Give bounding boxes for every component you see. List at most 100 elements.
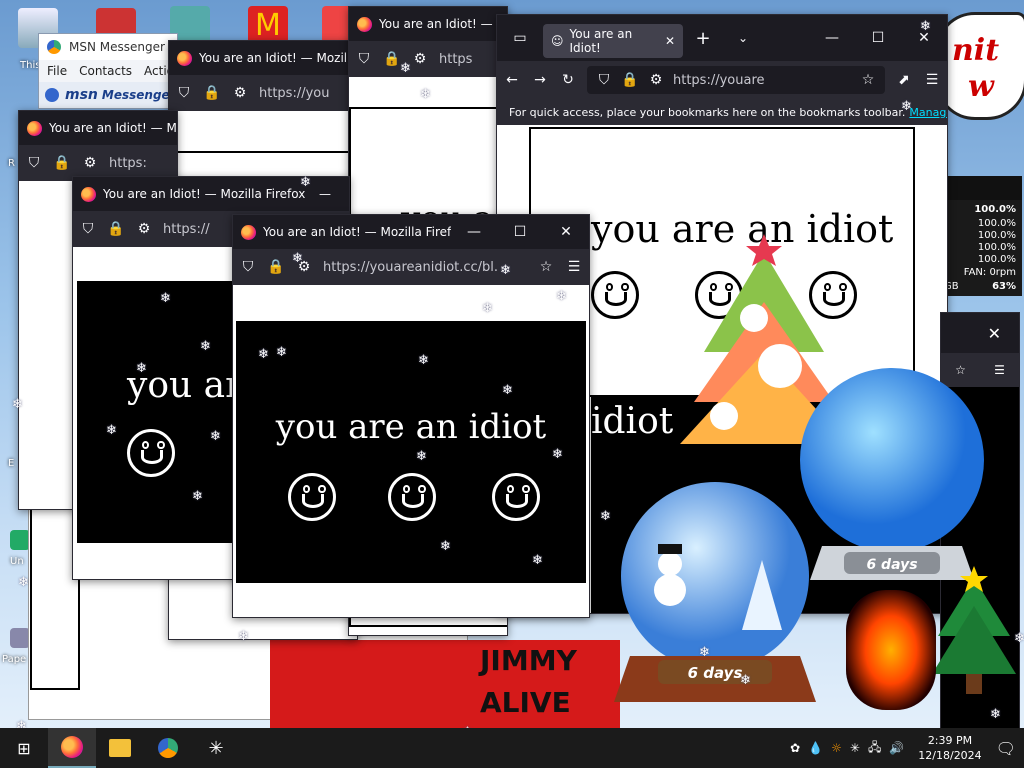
system-tray: ✿ 💧 ☼ ✳ 🖧 🔊 2:39 PM 12/18/2024 🗨 <box>790 728 1024 768</box>
maximize-icon[interactable]: ☐ <box>497 215 543 249</box>
windows-start-icon[interactable]: ⊞ <box>0 728 48 768</box>
shield-icon[interactable]: ⛉ <box>239 259 257 275</box>
minimize-icon[interactable]: — <box>451 215 497 249</box>
shield-icon[interactable]: ⛉ <box>355 51 373 67</box>
banner-line1: JIMMY <box>480 644 577 677</box>
msn-taskbar-icon[interactable] <box>144 728 192 768</box>
close-icon[interactable]: ✕ <box>543 215 589 249</box>
minimize-icon[interactable]: — <box>319 187 349 201</box>
taskbar: ⊞ ✳ ✿ 💧 ☼ ✳ 🖧 🔊 2:39 PM 12/18/2024 🗨 <box>0 728 1024 768</box>
tray-sensor-icon[interactable]: ☼ <box>831 741 842 755</box>
clock-time: 2:39 PM <box>927 734 973 747</box>
lock-icon[interactable]: 🔒 <box>53 155 71 171</box>
speech-bubble: nit w <box>935 12 1024 120</box>
shield-icon[interactable]: ⛉ <box>175 85 193 101</box>
lock-icon[interactable]: 🔒 <box>203 85 221 101</box>
url-bar[interactable]: https <box>439 52 501 67</box>
desktop-icon-label: E <box>8 458 15 469</box>
maximize-icon[interactable]: ☐ <box>855 15 901 61</box>
permissions-icon[interactable]: ⚙ <box>647 72 665 88</box>
perf-value: 100.0% <box>977 254 1016 265</box>
close-icon[interactable]: ✕ <box>988 324 1001 343</box>
extensions-icon[interactable]: ⬈ <box>895 72 913 88</box>
smiley-icon <box>388 473 436 521</box>
fan-readout: FAN: 0rpm <box>963 267 1016 278</box>
forward-icon[interactable]: → <box>531 72 549 88</box>
christmas-tree-icon <box>932 566 1016 694</box>
perf-value: 100.0% <box>977 242 1016 253</box>
shield-icon[interactable]: ⛉ <box>79 221 97 237</box>
bookmarks-hint: For quick access, place your bookmarks h… <box>509 105 906 119</box>
smiley-icon <box>288 473 336 521</box>
lock-icon[interactable]: 🔒 <box>621 72 639 88</box>
new-tab-icon[interactable]: + <box>683 28 723 49</box>
lock-icon[interactable]: 🔒 <box>383 51 401 67</box>
permissions-icon[interactable]: ⚙ <box>81 155 99 171</box>
tab-overview-icon[interactable]: ▭ <box>497 30 543 46</box>
msn-butterfly-icon <box>45 88 59 102</box>
permissions-icon[interactable]: ⚙ <box>295 259 313 275</box>
swirl-lights <box>846 590 936 710</box>
lock-icon[interactable]: 🔒 <box>107 221 125 237</box>
msn-brand-messenger: Messenge <box>101 88 170 102</box>
volume-icon[interactable]: 🔊 <box>889 741 904 755</box>
msn-logo-icon <box>47 40 61 54</box>
shield-icon[interactable]: ⛉ <box>25 155 43 171</box>
msn-brand: msn <box>65 87 98 103</box>
smiley-icon <box>492 473 540 521</box>
permissions-icon[interactable]: ⚙ <box>231 85 249 101</box>
firefox-window-front[interactable]: You are an Idiot! — Mozilla Firefox — ☐ … <box>232 214 590 618</box>
idiot-text: you are an idiot <box>275 407 547 447</box>
clock[interactable]: 2:39 PM 12/18/2024 <box>912 733 987 763</box>
list-tabs-icon[interactable]: ⌄ <box>723 31 763 45</box>
url-bar[interactable]: https://youareanidiot.cc/bl. <box>323 260 527 275</box>
menu-icon[interactable]: ☰ <box>923 72 941 88</box>
notifications-icon[interactable]: 🗨 <box>996 739 1016 758</box>
firefox-icon <box>357 16 372 32</box>
menu-contacts[interactable]: Contacts <box>79 64 132 78</box>
window-title: You are an Idiot! — Mozilla Firefox <box>263 225 451 239</box>
tray-snowflake-icon[interactable]: ✳ <box>850 741 860 755</box>
desktop-icon-label: Pape <box>2 654 27 665</box>
permissions-icon[interactable]: ⚙ <box>135 221 153 237</box>
idiot-panel: you are an idiot <box>236 321 586 583</box>
clock-date: 12/18/2024 <box>918 749 982 762</box>
perf-value: 100.0% <box>974 204 1016 215</box>
back-icon[interactable]: ← <box>503 72 521 88</box>
tray-app-icon[interactable]: ✿ <box>790 741 800 755</box>
msn-messenger-window[interactable]: MSN Messenger File Contacts Actio msn Me… <box>38 33 178 109</box>
speech-text: w <box>968 69 994 104</box>
bookmark-star-icon[interactable]: ☆ <box>537 259 555 275</box>
active-tab[interactable]: ☺ You are an Idiot! ✕ <box>543 24 683 58</box>
minimize-icon[interactable]: — <box>809 15 855 61</box>
permissions-icon[interactable]: ⚙ <box>411 51 429 67</box>
lock-icon[interactable]: 🔒 <box>267 259 285 275</box>
snowflake-app-icon[interactable]: ✳ <box>192 728 240 768</box>
file-explorer-icon[interactable] <box>96 728 144 768</box>
jimmy-banner: JIMMY ALIVE <box>270 640 620 728</box>
manage-bookmarks-link[interactable]: Manage bo <box>909 106 947 119</box>
menu-icon[interactable]: ☰ <box>565 259 583 275</box>
performance-widget: 100.0% 100.0% 100.0% 100.0% 100.0% FAN: … <box>940 176 1022 296</box>
close-icon[interactable]: ✕ <box>901 15 947 61</box>
bookmark-star-icon[interactable]: ☆ <box>859 72 877 88</box>
shield-icon[interactable]: ⛉ <box>595 72 613 88</box>
url-bar[interactable]: https://you <box>259 86 351 101</box>
banner-line2: ALIVE <box>480 686 571 719</box>
firefox-taskbar-icon[interactable] <box>48 728 96 768</box>
uninstall-icon[interactable] <box>10 530 30 550</box>
menu-icon[interactable]: ☰ <box>994 363 1005 377</box>
perf-value: 100.0% <box>977 230 1016 241</box>
paper-icon[interactable] <box>10 628 30 648</box>
url-bar[interactable]: https: <box>109 156 171 171</box>
idiot-text: idiot <box>591 401 674 442</box>
url-bar[interactable]: https://youare <box>673 73 851 88</box>
menu-file[interactable]: File <box>47 64 67 78</box>
tray-drop-icon[interactable]: 💧 <box>808 741 823 755</box>
reload-icon[interactable]: ↻ <box>559 72 577 88</box>
window-title: You are an Idiot! — Mo <box>379 17 507 31</box>
smiley-tab-icon: ☺ <box>551 34 564 48</box>
globe-label: 6 days <box>688 664 743 682</box>
network-icon[interactable]: 🖧 <box>868 738 881 759</box>
tab-close-icon[interactable]: ✕ <box>665 34 675 48</box>
